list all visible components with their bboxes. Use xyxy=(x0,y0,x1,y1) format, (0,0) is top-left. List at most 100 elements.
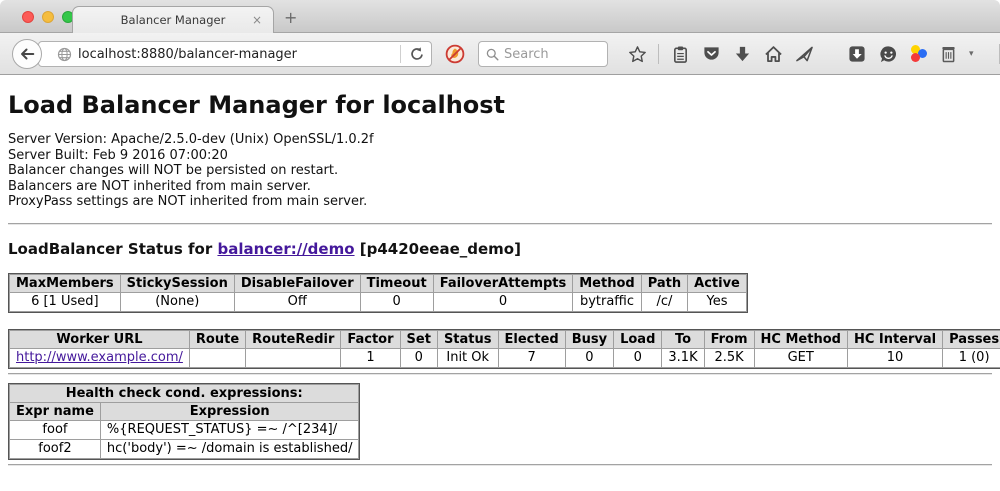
column-header: HC Method xyxy=(754,330,847,348)
page-content: Load Balancer Manager for localhost Serv… xyxy=(0,75,1000,466)
column-header: HC Interval xyxy=(847,330,942,348)
table-cell: /c/ xyxy=(641,292,687,311)
table-cell: GET xyxy=(754,348,847,367)
table-cell: 1 (0) xyxy=(943,348,1000,367)
dropdown-caret-icon[interactable]: ▾ xyxy=(969,49,974,59)
worker-status-table: Worker URL Route RouteRedir Factor Set S… xyxy=(9,330,1000,368)
table-cell: 7 xyxy=(498,348,565,367)
column-header: Load xyxy=(614,330,662,348)
table-cell: 3.1K xyxy=(662,348,704,367)
proxypass-notice-line: ProxyPass settings are NOT inherited fro… xyxy=(8,194,992,210)
column-header: Expression xyxy=(100,402,359,420)
column-header: Worker URL xyxy=(10,330,190,348)
expr-name-cell: foof2 xyxy=(10,439,101,458)
back-button[interactable] xyxy=(12,39,42,69)
column-header: MaxMembers xyxy=(10,274,121,292)
search-bar[interactable] xyxy=(478,41,608,67)
column-header: Method xyxy=(573,274,641,292)
table-title-row: Health check cond. expressions: xyxy=(10,384,359,402)
pocket-icon[interactable] xyxy=(701,43,721,65)
tab-title: Balancer Manager xyxy=(121,13,226,27)
column-header: Passes xyxy=(943,330,1000,348)
browser-window: Balancer Manager × + xyxy=(0,0,1000,491)
column-header: Expr name xyxy=(10,402,101,420)
table-cell xyxy=(246,348,341,367)
column-header: DisableFailover xyxy=(234,274,360,292)
video-download-icon[interactable] xyxy=(847,43,867,65)
url-input[interactable] xyxy=(78,47,394,62)
table-cell: (None) xyxy=(120,292,234,311)
minimize-window-button[interactable] xyxy=(42,11,54,23)
table-cell xyxy=(189,348,245,367)
back-arrow-icon xyxy=(18,45,36,63)
column-header: From xyxy=(704,330,754,348)
clipboard-icon[interactable] xyxy=(670,43,690,65)
table-header-row: Expr name Expression xyxy=(10,402,359,420)
column-header: Set xyxy=(400,330,437,348)
column-header: RouteRedir xyxy=(246,330,341,348)
reload-icon xyxy=(409,46,425,62)
table-row: foof2 hc('body') =~ /domain is establish… xyxy=(10,439,359,458)
window-controls xyxy=(22,11,74,23)
server-built-line: Server Built: Feb 9 2016 07:00:20 xyxy=(8,148,992,164)
site-identity-globe-icon xyxy=(57,47,72,62)
balancer-demo-link[interactable]: balancer://demo xyxy=(217,240,354,258)
table-cell: 0 xyxy=(360,292,433,311)
search-input[interactable] xyxy=(504,47,600,62)
table-cell: http://www.example.com/ xyxy=(10,348,190,367)
inherit-notice-line: Balancers are NOT inherited from main se… xyxy=(8,179,992,195)
table-cell: 0 xyxy=(433,292,573,311)
table-cell: 6 [1 Used] xyxy=(10,292,121,311)
expression-cell: %{REQUEST_STATUS} =~ /^[234]/ xyxy=(100,420,359,439)
table-cell: Off xyxy=(234,292,360,311)
heading-suffix: [p4420eeae_demo] xyxy=(355,240,521,258)
health-check-table: Health check cond. expressions: Expr nam… xyxy=(9,384,359,459)
table-cell: 1 xyxy=(341,348,400,367)
table-header-row: MaxMembers StickySession DisableFailover… xyxy=(10,274,747,292)
downloads-icon[interactable] xyxy=(732,43,752,65)
column-header: Busy xyxy=(565,330,613,348)
search-icon xyxy=(486,48,499,61)
persist-notice-line: Balancer changes will NOT be persisted o… xyxy=(8,163,992,179)
column-header: StickySession xyxy=(120,274,234,292)
column-header: Factor xyxy=(341,330,400,348)
new-tab-button[interactable]: + xyxy=(284,8,297,27)
table-cell: 0 xyxy=(400,348,437,367)
divider xyxy=(8,223,992,225)
table-cell: 0 xyxy=(614,348,662,367)
send-plane-icon[interactable] xyxy=(794,43,814,65)
health-table-title: Health check cond. expressions: xyxy=(10,384,359,402)
table-cell: bytraffic xyxy=(573,292,641,311)
worker-url-link[interactable]: http://www.example.com/ xyxy=(16,350,183,365)
server-version-line: Server Version: Apache/2.5.0-dev (Unix) … xyxy=(8,132,992,148)
tab-balancer-manager[interactable]: Balancer Manager × xyxy=(72,6,274,33)
toolbar-divider xyxy=(658,44,659,64)
table-row: foof %{REQUEST_STATUS} =~ /^[234]/ xyxy=(10,420,359,439)
divider xyxy=(8,373,992,375)
expression-cell: hc('body') =~ /domain is established/ xyxy=(100,439,359,458)
navigation-toolbar: ▾ xyxy=(0,33,1000,75)
balancer-status-heading: LoadBalancer Status for balancer://demo … xyxy=(8,240,992,258)
page-title: Load Balancer Manager for localhost xyxy=(8,75,992,119)
home-icon[interactable] xyxy=(763,43,783,65)
reload-button[interactable] xyxy=(407,43,427,65)
url-bar[interactable] xyxy=(38,41,432,67)
toolbar-icons: ▾ xyxy=(627,40,1000,68)
column-header: Status xyxy=(437,330,498,348)
toolbar-divider xyxy=(999,44,1000,64)
table-row: 6 [1 Used] (None) Off 0 0 bytraffic /c/ … xyxy=(10,292,747,311)
bookmark-star-icon[interactable] xyxy=(627,43,647,65)
close-window-button[interactable] xyxy=(22,11,34,23)
feedback-smiley-icon[interactable] xyxy=(878,43,898,65)
column-header: FailoverAttempts xyxy=(433,274,573,292)
urlbar-divider xyxy=(400,45,401,63)
colored-dots-icon[interactable] xyxy=(909,45,927,63)
flashblock-icon[interactable] xyxy=(445,44,465,68)
tab-close-icon[interactable]: × xyxy=(252,13,262,27)
column-header: Path xyxy=(641,274,687,292)
table-cell: 2.5K xyxy=(704,348,754,367)
divider xyxy=(8,464,992,466)
trash-container-icon[interactable] xyxy=(938,43,958,65)
tab-bar: Balancer Manager × + xyxy=(0,0,1000,33)
table-cell: Init Ok xyxy=(437,348,498,367)
